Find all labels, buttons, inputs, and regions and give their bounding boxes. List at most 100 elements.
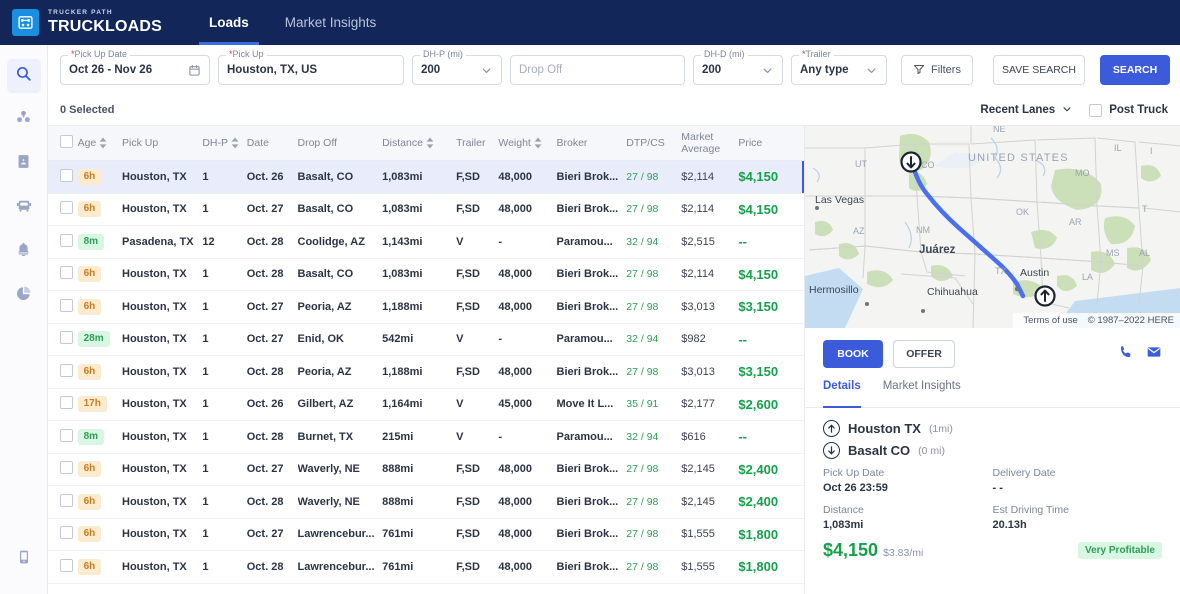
sidebar-item-contacts[interactable] bbox=[7, 147, 41, 181]
brand-logo-area[interactable]: TRUCKER PATH TRUCKLOADS bbox=[0, 9, 180, 36]
sidebar-item-mobile-app[interactable] bbox=[7, 542, 41, 576]
column-date[interactable]: Date bbox=[247, 126, 298, 161]
nav-tab-market-insights[interactable]: Market Insights bbox=[281, 0, 381, 45]
table-row[interactable]: 6hHouston, TX1Oct. 28Lawrencebur...761mi… bbox=[48, 551, 804, 584]
column-weight[interactable]: Weight bbox=[498, 126, 556, 161]
sidebar-item-search[interactable] bbox=[7, 59, 41, 93]
column-distance[interactable]: Distance bbox=[382, 126, 456, 161]
map-label: Chihuahua bbox=[927, 286, 978, 298]
cell-price: $2,600 bbox=[738, 388, 804, 421]
column-age[interactable]: Age bbox=[78, 126, 122, 161]
map-label: MO bbox=[1075, 168, 1090, 178]
save-search-button[interactable]: SAVE SEARCH bbox=[993, 55, 1085, 85]
dhp-select[interactable]: DH-P (mi) 200 bbox=[412, 55, 502, 85]
cell-age: 6h bbox=[78, 551, 122, 584]
table-row[interactable]: 6hHouston, TX1Oct. 28Basalt, CO1,083miF,… bbox=[48, 258, 804, 291]
book-button[interactable]: BOOK bbox=[823, 340, 883, 368]
loads-table-container[interactable]: Age Pick Up DH-P Date Drop Off Distance … bbox=[48, 126, 804, 594]
cell-dropoff: Waverly, NE bbox=[298, 486, 383, 519]
cell-age: 8m bbox=[78, 226, 122, 259]
row-checkbox[interactable] bbox=[60, 396, 73, 409]
row-checkbox[interactable] bbox=[60, 559, 73, 572]
cell-dropoff: Peoria, AZ bbox=[298, 356, 383, 389]
pickup-date-field[interactable]: *Pick Up Date Oct 26 - Nov 26 bbox=[60, 55, 210, 85]
row-checkbox[interactable] bbox=[60, 364, 73, 377]
table-row[interactable]: 6hHouston, TX1Oct. 26Basalt, CO1,083miF,… bbox=[48, 161, 804, 194]
dropoff-location-field[interactable]: Drop Off bbox=[510, 55, 685, 85]
row-checkbox[interactable] bbox=[60, 234, 73, 247]
column-market-average[interactable]: Market Average bbox=[681, 126, 738, 161]
cell-trailer: V bbox=[456, 323, 498, 356]
filters-button[interactable]: Filters bbox=[901, 55, 973, 85]
search-button[interactable]: SEARCH bbox=[1100, 55, 1170, 85]
sidebar-item-trucks[interactable] bbox=[7, 191, 41, 225]
row-checkbox-cell bbox=[48, 291, 78, 324]
calendar-icon[interactable] bbox=[182, 64, 201, 77]
cell-distance: 215mi bbox=[382, 421, 456, 454]
column-dtp-cs[interactable]: DTP/CS bbox=[626, 126, 681, 161]
table-row[interactable]: 6hHouston, TX1Oct. 27Waverly, NE888miF,S… bbox=[48, 453, 804, 486]
select-all-checkbox[interactable] bbox=[60, 135, 73, 148]
row-checkbox[interactable] bbox=[60, 461, 73, 474]
column-price[interactable]: Price bbox=[738, 126, 804, 161]
post-truck-checkbox[interactable] bbox=[1089, 104, 1102, 117]
table-row[interactable]: 6hHouston, TX1Oct. 28Peoria, AZ1,188miF,… bbox=[48, 356, 804, 389]
column-dropoff[interactable]: Drop Off bbox=[298, 126, 383, 161]
row-checkbox[interactable] bbox=[60, 299, 73, 312]
map-copyright: © 1987–2022 HERE bbox=[1088, 315, 1174, 326]
chevron-down-icon[interactable] bbox=[474, 64, 493, 77]
map-terms-link[interactable]: Terms of use bbox=[1023, 315, 1077, 326]
recent-lanes-dropdown[interactable]: Recent Lanes bbox=[980, 103, 1073, 118]
nav-tab-loads[interactable]: Loads bbox=[205, 0, 253, 45]
row-checkbox-cell bbox=[48, 323, 78, 356]
cell-dropoff: Waverly, NE bbox=[298, 453, 383, 486]
offer-button[interactable]: OFFER bbox=[893, 340, 955, 368]
chevron-down-icon[interactable] bbox=[755, 64, 774, 77]
cell-market-average: $3,013 bbox=[681, 291, 738, 324]
cell-price: $4,150 bbox=[738, 161, 804, 194]
table-row[interactable]: 17hHouston, TX1Oct. 26Gilbert, AZ1,164mi… bbox=[48, 388, 804, 421]
row-checkbox[interactable] bbox=[60, 429, 73, 442]
tab-market-insights[interactable]: Market Insights bbox=[883, 380, 961, 407]
column-select-all[interactable] bbox=[48, 126, 78, 161]
sidebar-item-alerts[interactable] bbox=[7, 235, 41, 269]
cell-dtp-cs: 27 / 98 bbox=[626, 258, 681, 291]
row-checkbox[interactable] bbox=[60, 494, 73, 507]
pickup-location-field[interactable]: *Pick Up Houston, TX, US bbox=[218, 55, 404, 85]
tab-details[interactable]: Details bbox=[823, 380, 861, 407]
table-row[interactable]: 8mHouston, TX1Oct. 28Burnet, TX215miV-Pa… bbox=[48, 421, 804, 454]
phone-icon[interactable] bbox=[1118, 344, 1134, 365]
table-row[interactable]: 6hHouston, TX1Oct. 27Lawrencebur...761mi… bbox=[48, 518, 804, 551]
route-map[interactable]: UNITED STATESLas VegasUTCONEILIMOOKARAZN… bbox=[805, 126, 1180, 328]
row-checkbox[interactable] bbox=[60, 331, 73, 344]
cell-dtp-cs: 27 / 98 bbox=[626, 356, 681, 389]
row-checkbox[interactable] bbox=[60, 266, 73, 279]
cell-market-average: $2,145 bbox=[681, 486, 738, 519]
envelope-icon[interactable] bbox=[1146, 344, 1162, 365]
row-checkbox[interactable] bbox=[60, 169, 73, 182]
column-broker[interactable]: Broker bbox=[557, 126, 627, 161]
sidebar-item-analytics[interactable] bbox=[7, 279, 41, 313]
cell-dtp-cs: 32 / 94 bbox=[626, 323, 681, 356]
dhd-select[interactable]: DH-D (mi) 200 bbox=[693, 55, 783, 85]
cell-dhp: 12 bbox=[202, 226, 246, 259]
row-checkbox[interactable] bbox=[60, 526, 73, 539]
post-truck-toggle[interactable]: Post Truck bbox=[1089, 104, 1168, 117]
table-row[interactable]: 8mPasadena, TX12Oct. 28Coolidge, AZ1,143… bbox=[48, 226, 804, 259]
column-dhp[interactable]: DH-P bbox=[202, 126, 246, 161]
row-checkbox[interactable] bbox=[60, 201, 73, 214]
sidebar-item-loadboard[interactable] bbox=[7, 103, 41, 137]
cell-broker: Paramou... bbox=[557, 421, 627, 454]
table-row[interactable]: 6hHouston, TX1Oct. 27Peoria, AZ1,188miF,… bbox=[48, 291, 804, 324]
detail-price-row: $4,150 $3.83/mi Very Profitable bbox=[823, 540, 1162, 561]
cell-trailer: F,SD bbox=[456, 551, 498, 584]
column-pickup[interactable]: Pick Up bbox=[122, 126, 202, 161]
destination-marker bbox=[902, 153, 921, 172]
trailer-select[interactable]: *Trailer Any type bbox=[791, 55, 887, 85]
detail-price: $4,150 bbox=[823, 540, 878, 561]
chevron-down-icon[interactable] bbox=[859, 64, 878, 77]
column-trailer[interactable]: Trailer bbox=[456, 126, 498, 161]
table-row[interactable]: 6hHouston, TX1Oct. 28Waverly, NE888miF,S… bbox=[48, 486, 804, 519]
table-row[interactable]: 6hHouston, TX1Oct. 27Basalt, CO1,083miF,… bbox=[48, 193, 804, 226]
table-row[interactable]: 28mHouston, TX1Oct. 27Enid, OK542miV-Par… bbox=[48, 323, 804, 356]
